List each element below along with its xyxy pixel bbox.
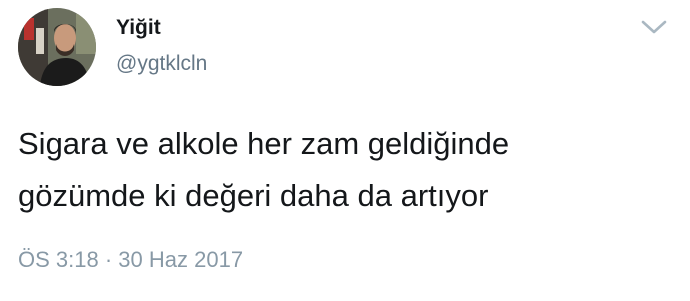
chevron-down-icon — [641, 20, 667, 34]
profile-photo-icon — [18, 8, 96, 86]
user-handle[interactable]: @ygtklcln — [116, 52, 207, 76]
tweet-timestamp[interactable]: ÖS 3:18 · 30 Haz 2017 — [18, 247, 243, 273]
tweet-text-line: Sigara ve alkole her zam geldiğinde — [18, 126, 510, 161]
timestamp-separator: · — [104, 247, 113, 272]
display-name[interactable]: Yiğit — [116, 16, 161, 40]
tweet-date: 30 Haz 2017 — [118, 247, 244, 272]
tweet-text: Sigara ve alkole her zam geldiğinde gözü… — [18, 118, 668, 222]
avatar[interactable] — [18, 8, 96, 86]
tweet-menu-button[interactable] — [637, 12, 671, 42]
tweet-text-line: gözümde ki değeri daha da artıyor — [18, 178, 489, 213]
tweet-time: ÖS 3:18 — [18, 247, 99, 272]
